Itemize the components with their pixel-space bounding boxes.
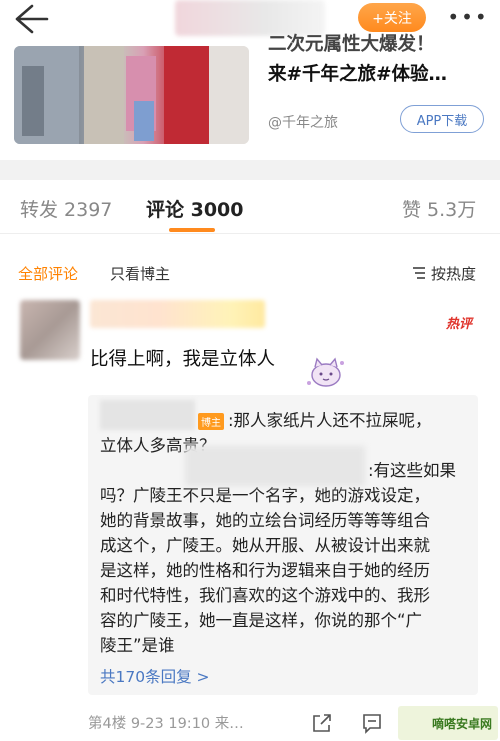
card-title-line2: 来#千年之旅#体验… [268,64,448,85]
cat-sticker-icon [307,357,344,387]
reply-line: :那人家纸片人还不拉屎呢， [228,411,432,430]
reply-line: 容的广陵王，她一直是这样，你说的那个“广 [100,611,423,630]
reply-line: 她的背景故事，她的立绘台词经历等等等组合 [100,511,430,530]
card-source[interactable]: @千年之旅 [268,112,338,132]
sort-icon [413,267,425,279]
card-title: 二次元属性大爆发！ 来#千年之旅#体验… [268,34,483,90]
card-thumbnail [14,46,249,144]
watermark-logo: 嘀嗒安卓网 [398,706,498,740]
repost-card[interactable]: 二次元属性大爆发！ 来#千年之旅#体验… @千年之旅 APP下载 [0,34,500,152]
filter-all-comments[interactable]: 全部评论 [18,263,78,284]
app-download-button[interactable]: APP下载 [400,105,484,133]
more-options-button[interactable]: ••• [447,5,488,29]
commenter-avatar[interactable] [20,300,80,360]
reply-line: 和时代特性，我们喜欢的这个游戏中的、我形 [100,586,430,605]
filter-blogger-only[interactable]: 只看博主 [110,263,170,284]
share-icon[interactable] [311,712,333,734]
commenter-name[interactable] [90,300,265,328]
active-tab-indicator [169,228,215,232]
blurred-reply-name [185,446,365,486]
reply-line: 成这个，广陵王。她从开服、从被设计出来就 [100,536,430,555]
tab-comment[interactable]: 评论 3000 [146,195,244,222]
hot-comment-badge: 热评 [446,317,473,332]
sort-button[interactable]: 按热度 [412,263,476,284]
section-divider [0,160,500,180]
reply-line: 吗？广陵王不只是一个名字，她的游戏设定， [100,486,430,505]
comment-icon[interactable] [361,712,383,734]
follow-button[interactable]: +关注 [358,3,426,32]
back-button[interactable] [10,2,50,36]
view-replies-link[interactable]: 共170条回复 > [100,665,210,687]
back-arrow-icon [15,4,49,34]
card-title-line1: 二次元属性大爆发！ [268,34,435,55]
tab-bar: 转发 2397 评论 3000 赞 5.3万 [0,182,500,234]
comment-text: 比得上啊，我是立体人 [90,349,276,370]
reply-line: 是这样，她的性格和行为逻辑来自于她的经历 [100,561,430,580]
comment-filter-bar: 全部评论 只看博主 按热度 [0,255,500,291]
tab-repost[interactable]: 转发 2397 [20,195,112,222]
sort-label: 按热度 [431,265,477,283]
watermark-text: 嘀嗒安卓网 [431,716,492,731]
reply-line: 陵王”是谁 [100,636,175,655]
tab-like[interactable]: 赞 5.3万 [402,195,476,222]
comment-meta: 第4楼 9-23 19:10 来… [88,716,244,732]
